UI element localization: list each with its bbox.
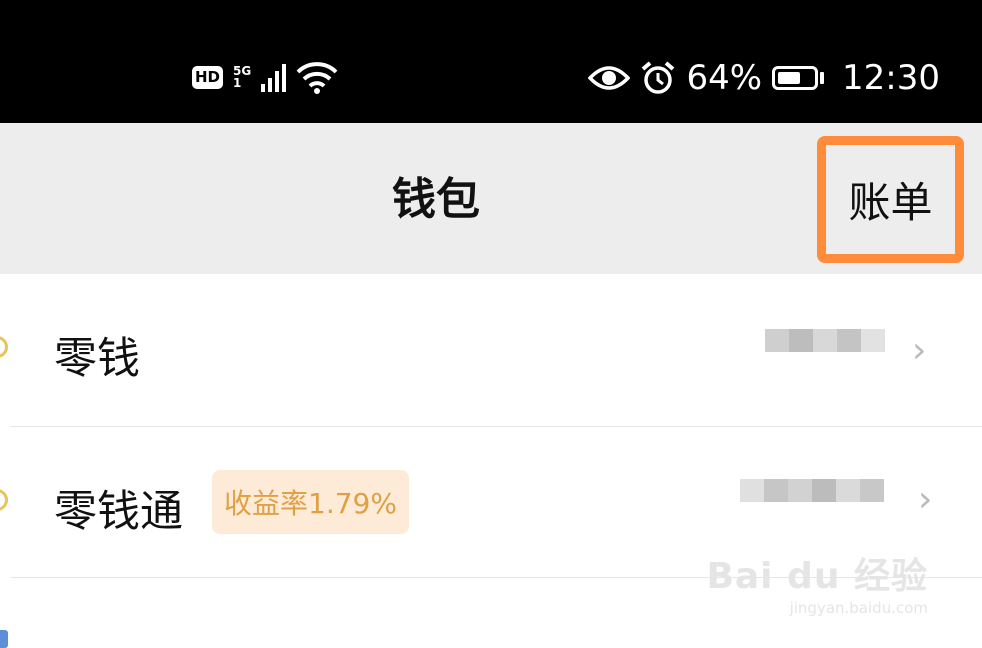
list-item-label: 零钱: [54, 334, 140, 384]
status-left-group: HD 5G 1: [192, 60, 338, 94]
yield-rate-badge: 收益率1.79%: [212, 470, 409, 534]
status-right-group: 64% 12:30: [588, 58, 940, 98]
page-title: 钱包: [392, 174, 480, 225]
watermark-url: jingyan.baidu.com: [789, 599, 928, 617]
chevron-right-icon: ›: [918, 479, 933, 520]
status-bar: HD 5G 1 64% 12:30: [0, 0, 982, 123]
chevron-right-icon: ›: [912, 330, 927, 371]
network-sim-label: 1: [233, 76, 242, 90]
watermark: Bai du 经验 jingyan.baidu.com: [706, 547, 928, 617]
clock: 12:30: [842, 58, 940, 98]
blurred-amount: [765, 329, 885, 375]
eye-icon: [588, 66, 631, 90]
list-item-label: 零钱通: [54, 487, 183, 537]
wifi-icon: [296, 62, 338, 94]
blurred-amount: [740, 479, 884, 525]
list-item-change[interactable]: 零钱 ›: [0, 274, 982, 426]
nav-bar: 钱包 账单: [0, 123, 982, 274]
bill-button[interactable]: 账单: [817, 136, 964, 263]
bill-button-label: 账单: [848, 178, 933, 227]
network-type-icon: 5G 1: [233, 65, 251, 89]
battery-cap: [820, 72, 825, 84]
battery-icon: [772, 66, 819, 90]
watermark-logo: Bai du 经验: [706, 556, 928, 597]
battery-percent: 64%: [686, 58, 763, 98]
bank-card-icon: [0, 630, 8, 648]
signal-icon: [261, 62, 287, 92]
change-plus-icon: [0, 489, 8, 511]
hd-icon: HD: [192, 65, 224, 89]
alarm-icon: [642, 61, 675, 94]
change-icon: [0, 336, 8, 358]
